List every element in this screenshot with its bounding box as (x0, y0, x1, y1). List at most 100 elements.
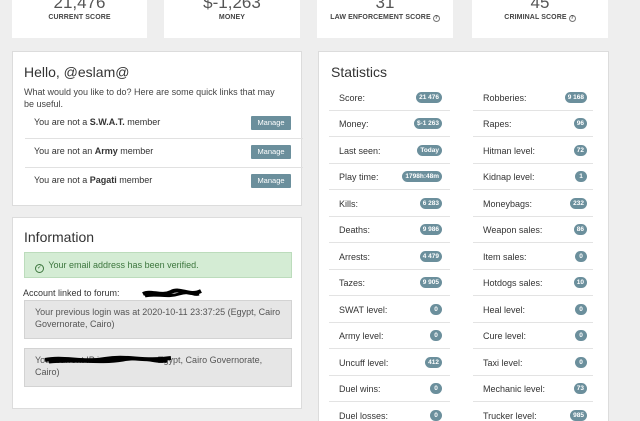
stat-badge: 9 168 (564, 92, 587, 103)
stat-row-rapes: Rapes: 96 (473, 111, 593, 137)
email-verified-text: Your email address has been verified. (48, 260, 199, 270)
stat-row-tazes: Tazes: 9 905 (329, 270, 450, 296)
stat-row-trucker-level: Trucker level: 985 (473, 403, 593, 421)
stat-row-army-level: Army level: 0 (329, 323, 450, 349)
stat-label: Taxi level: (483, 358, 523, 368)
stat-row-cure-level: Cure level: 0 (473, 323, 593, 349)
stat-label: Uncuff level: (339, 358, 389, 368)
stat-label: Army level: (339, 331, 384, 341)
help-icon[interactable]: ? (568, 15, 576, 22)
information-card: Information ✓ Your email address has bee… (12, 217, 302, 409)
stat-label: Last seen: (339, 146, 381, 156)
stat-badge: 0 (430, 383, 442, 394)
stat-row-weapon-sales: Weapon sales: 86 (473, 217, 593, 243)
criminal-score-label: CRIMINAL SCORE ? (504, 14, 576, 22)
stat-row-moneybags: Moneybags: 232 (473, 191, 593, 217)
stat-row-uncuff-level: Uncuff level: 412 (329, 350, 450, 376)
stat-row-score: Score: 21 476 (329, 85, 450, 111)
stat-badge: 72 (573, 145, 587, 156)
current-score-label: CURRENT SCORE (48, 14, 111, 21)
stat-row-heal-level: Heal level: 0 (473, 297, 593, 323)
stat-label: Hotdogs sales: (483, 278, 543, 288)
stat-label: Moneybags: (483, 199, 533, 209)
quick-link-pagati: You are not a Pagati member Manage (25, 168, 303, 197)
stat-badge: 9 986 (419, 224, 442, 235)
stat-label: Item sales: (483, 252, 527, 262)
stat-row-money: Money: $-1 263 (329, 111, 450, 137)
law-enforcement-score-value: 31 (375, 0, 395, 12)
manage-pagati-button[interactable]: Manage (251, 174, 291, 188)
manage-army-button[interactable]: Manage (251, 145, 291, 159)
swat-membership-text: You are not a S.W.A.T. member (34, 117, 161, 127)
stat-badge: $-1 263 (413, 118, 442, 129)
stat-label: Money: (339, 119, 369, 129)
stat-label: SWAT level: (339, 305, 388, 315)
stat-badge: 0 (575, 251, 587, 262)
stat-card-law-enforcement-score: 31 LAW ENFORCEMENT SCORE ? (317, 0, 453, 38)
statistics-card: Statistics Score: 21 476 Money: $-1 263 La… (318, 51, 609, 421)
stat-row-swat-level: SWAT level: 0 (329, 297, 450, 323)
stat-badge: 1798h:48m (402, 171, 442, 182)
army-membership-text: You are not an Army member (34, 146, 154, 156)
stat-row-deaths: Deaths: 9 986 (329, 217, 450, 243)
stat-label: Arrests: (339, 252, 371, 262)
stat-badge: 0 (575, 357, 587, 368)
stat-label: Weapon sales: (483, 225, 543, 235)
statistics-title: Statistics (331, 64, 388, 80)
stat-badge: 73 (573, 383, 587, 394)
hello-title: Hello, @eslam@ (24, 64, 130, 80)
check-circle-icon: ✓ (35, 264, 44, 273)
stat-row-duel-losses: Duel losses: 0 (329, 403, 450, 421)
stat-label: Deaths: (339, 225, 371, 235)
stat-row-kills: Kills: 6 283 (329, 191, 450, 217)
stat-card-criminal-score: 45 CRIMINAL SCORE ? (472, 0, 608, 38)
stat-label: Duel wins: (339, 384, 381, 394)
stat-row-mechanic-level: Mechanic level: 73 (473, 376, 593, 402)
stat-card-money: $-1,263 MONEY (164, 0, 300, 38)
stat-label: Score: (339, 93, 366, 103)
stat-badge: 4 479 (419, 251, 442, 262)
law-enforcement-score-label: LAW ENFORCEMENT SCORE ? (330, 14, 440, 22)
stat-row-hitman-level: Hitman level: 72 (473, 138, 593, 164)
stat-row-hotdogs-sales: Hotdogs sales: 10 (473, 270, 593, 296)
stat-label: Tazes: (339, 278, 366, 288)
stat-badge: 96 (573, 118, 587, 129)
stat-label: Trucker level: (483, 411, 537, 421)
quick-link-swat: You are not a S.W.A.T. member Manage (25, 110, 303, 139)
stat-badge: 86 (573, 224, 587, 235)
stat-label: Duel losses: (339, 411, 389, 421)
hello-subtitle: What would you like to do? Here are some… (24, 87, 275, 109)
stat-label: Play time: (339, 172, 379, 182)
stat-badge: 0 (575, 330, 587, 341)
stat-row-item-sales: Item sales: 0 (473, 244, 593, 270)
money-label: MONEY (218, 14, 246, 21)
stat-label: Hitman level: (483, 146, 536, 156)
redaction-scribble (44, 355, 172, 364)
stat-label: Rapes: (483, 119, 512, 129)
help-icon[interactable]: ? (432, 15, 440, 22)
stat-row-robberies: Robberies: 9 168 (473, 85, 593, 111)
stat-label: Kidnap level: (483, 172, 535, 182)
stat-badge: 232 (570, 198, 587, 209)
redaction-scribble (142, 288, 202, 298)
previous-login-box: Your previous login was at 2020-10-11 23… (24, 300, 292, 339)
hello-card: Hello, @eslam@ What would you like to do… (12, 51, 303, 206)
manage-swat-button[interactable]: Manage (251, 116, 291, 130)
criminal-score-value: 45 (530, 0, 550, 12)
stat-row-duel-wins: Duel wins: 0 (329, 376, 450, 402)
stat-badge: 0 (430, 410, 442, 421)
stat-label: Kills: (339, 199, 359, 209)
stat-label: Heal level: (483, 305, 526, 315)
stat-label: Robberies: (483, 93, 527, 103)
stat-badge: 985 (570, 410, 587, 421)
stat-card-current-score: 21,476 CURRENT SCORE (12, 0, 147, 38)
stat-badge: 0 (430, 330, 442, 341)
stat-badge: Today (417, 145, 442, 156)
money-value: $-1,263 (203, 0, 261, 12)
stat-label: Mechanic level: (483, 384, 546, 394)
stat-label: Cure level: (483, 331, 527, 341)
stat-row-last-seen: Last seen: Today (329, 138, 450, 164)
stat-badge: 412 (425, 357, 442, 368)
information-title: Information (24, 229, 95, 245)
stat-row-kidnap-level: Kidnap level: 1 (473, 164, 593, 190)
